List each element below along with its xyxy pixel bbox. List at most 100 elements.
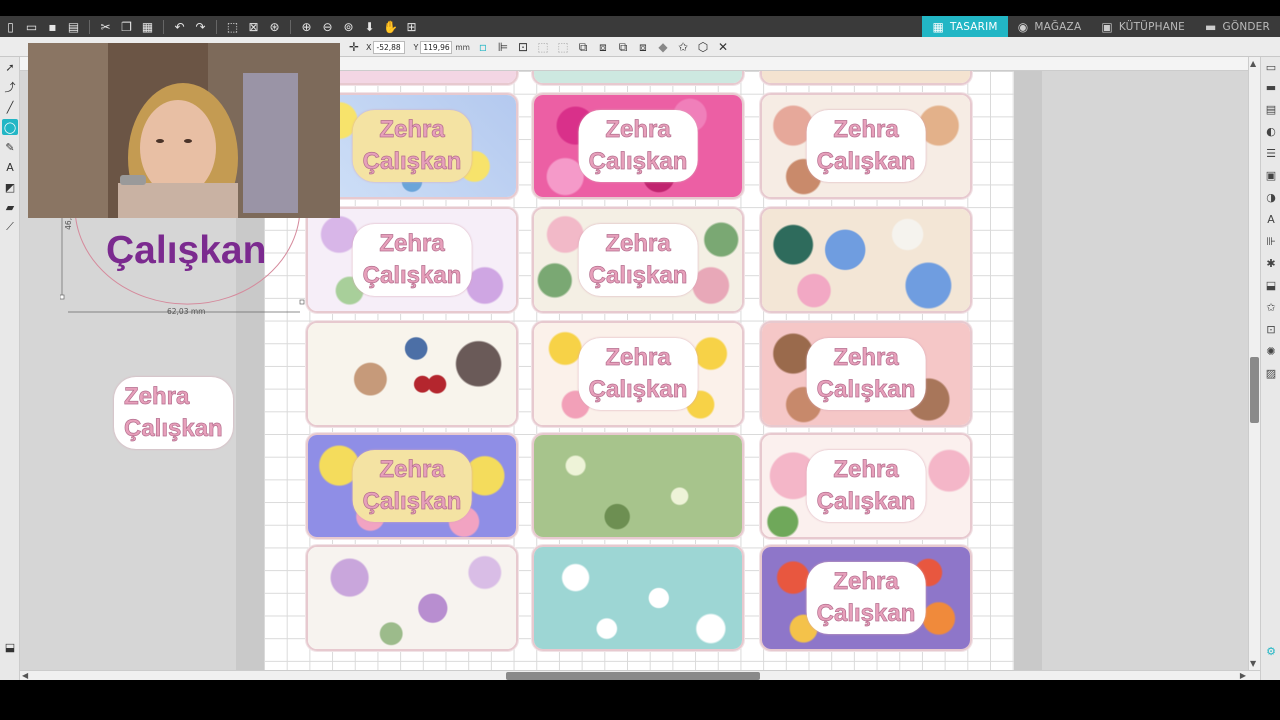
label-tile[interactable]: Zehra Çalışkan [760,545,972,651]
close-icon[interactable]: ✕ [715,39,731,55]
label-tile[interactable]: Zehra Çalışkan [532,93,744,199]
label-tile[interactable] [532,433,744,539]
vertical-scroll-thumb[interactable] [1250,357,1259,423]
move-down-icon[interactable]: ⬇ [361,19,379,35]
zoom-out-icon[interactable]: ⊖ [319,19,337,35]
select-by-color-icon[interactable]: ⊛ [266,19,284,35]
label-tile[interactable]: Zehra Çalışkan [760,93,972,199]
label-tile[interactable]: Zehra Çalışkan [532,321,744,427]
name-label[interactable]: Zehra Çalışkan [352,110,472,182]
send-backward-icon[interactable]: ⧈ [635,39,651,55]
name-label[interactable]: Zehra Çalışkan [352,450,472,522]
ungroup-icon[interactable]: ⬚ [555,39,571,55]
bring-forward-icon[interactable]: ⧉ [615,39,631,55]
select-all-icon[interactable]: ⬚ [224,19,242,35]
offset-icon[interactable]: ◑ [1263,189,1279,205]
weld-icon[interactable]: ◆ [655,39,671,55]
new-file-icon[interactable]: ▯ [2,19,20,35]
text-icon[interactable]: A [2,159,18,175]
scroll-up-icon[interactable]: ▲ [1250,59,1256,68]
library-panel-icon[interactable]: ⬓ [2,639,18,655]
label-tile[interactable]: Zehra Çalışkan [306,433,518,539]
name-label[interactable]: Zehra Çalışkan [806,110,926,182]
pencil-icon[interactable]: ✎ [2,139,18,155]
scroll-right-icon[interactable]: ▶ [1240,671,1246,680]
cutting-mat-page[interactable]: Zehra Çalışkan Zehra Çalışkan Zehra Çalı… [264,71,1014,670]
fit-to-page-icon[interactable]: ⊞ [403,19,421,35]
y-position-input[interactable]: 119,96 [420,40,453,54]
x-position-input[interactable]: -52,88 [373,40,406,54]
name-label[interactable]: Zehra Çalışkan [806,338,926,410]
paste-icon[interactable]: ▦ [139,19,157,35]
save-icon[interactable]: ▪ [44,19,62,35]
tab-store[interactable]: ◉ MAĞAZA [1008,16,1092,37]
fill-icon[interactable]: ◩ [2,179,18,195]
replicate-icon[interactable]: ✱ [1263,255,1279,271]
send-back-icon[interactable]: ⧈ [595,39,611,55]
label-tile[interactable] [532,71,744,85]
line-icon[interactable]: ╱ [2,99,18,115]
label-tile[interactable]: Zehra Çalışkan [532,207,744,313]
star-panel-icon[interactable]: ✩ [1263,299,1279,315]
eraser-icon[interactable]: ▰ [2,199,18,215]
group-icon[interactable]: ⬚ [535,39,551,55]
print-icon[interactable]: ▤ [65,19,83,35]
horizontal-scrollbar[interactable]: ◀ ▶ [20,670,1260,680]
pan-hand-icon[interactable]: ✋ [382,19,400,35]
tab-design[interactable]: ▦ TASARIM [922,16,1008,37]
tab-send[interactable]: ▬ GÖNDER [1195,16,1280,37]
label-tile[interactable] [306,321,518,427]
star-icon[interactable]: ✩ [675,39,691,55]
label-tile[interactable] [760,71,972,85]
deselect-icon[interactable]: ⊠ [245,19,263,35]
transform-icon[interactable]: ▣ [1263,167,1279,183]
label-tile[interactable] [532,545,744,651]
3d-box-icon[interactable]: ⬡ [695,39,711,55]
trace-icon[interactable]: ▤ [1263,101,1279,117]
fill-panel-icon[interactable]: ◐ [1263,123,1279,139]
redo-icon[interactable]: ↷ [192,19,210,35]
print-cut-icon[interactable]: ⊡ [1263,321,1279,337]
align-panel-icon[interactable]: ⊪ [1263,233,1279,249]
horizontal-scroll-thumb[interactable] [506,672,760,680]
center-icon[interactable]: ⊡ [515,39,531,55]
label-tile[interactable] [306,545,518,651]
name-label[interactable]: Zehra Çalışkan [806,450,926,522]
name-label[interactable]: Zehra Çalışkan [578,224,698,296]
label-tile[interactable]: Zehra Çalışkan [760,433,972,539]
select-arrow-icon[interactable]: ➚ [2,59,18,75]
standalone-name-label[interactable]: Zehra Çalışkan [114,377,233,449]
zoom-in-icon[interactable]: ⊕ [298,19,316,35]
vertical-scrollbar[interactable]: ▲ ▼ [1248,57,1260,670]
copy-icon[interactable]: ❐ [118,19,136,35]
label-tile[interactable] [760,207,972,313]
tab-library[interactable]: ▣ KÜTÜPHANE [1091,16,1195,37]
name-label[interactable]: Zehra Çalışkan [806,562,926,634]
name-label[interactable]: Zehra Çalışkan [578,110,698,182]
open-folder-icon[interactable]: ▭ [23,19,41,35]
zoom-fit-icon[interactable]: ⊚ [340,19,358,35]
name-label[interactable]: Zehra Çalışkan [352,224,472,296]
label-tile[interactable]: Zehra Çalışkan [306,207,518,313]
modify-icon[interactable]: ⬓ [1263,277,1279,293]
page-setup-icon[interactable]: ▭ [1263,59,1279,75]
caliskan-text-object[interactable]: Çalışkan [106,229,266,273]
sparkle-icon[interactable]: ✺ [1263,343,1279,359]
name-label[interactable]: Zehra Çalışkan [578,338,698,410]
edit-points-icon[interactable]: ⤴ [2,79,18,95]
settings-icon[interactable]: ⚙ [1263,643,1279,659]
ellipse-icon[interactable]: ◯ [2,119,18,135]
speech-bubble-icon[interactable]: ▬ [1263,79,1279,95]
knife-icon[interactable]: ⟋ [2,219,18,235]
bring-front-icon[interactable]: ⧉ [575,39,591,55]
scroll-left-icon[interactable]: ◀ [22,671,28,680]
align-icon[interactable]: ⊫ [495,39,511,55]
label-tile[interactable]: Zehra Çalışkan [760,321,972,427]
lock-ratio-icon[interactable]: ▫ [475,39,491,55]
undo-icon[interactable]: ↶ [171,19,189,35]
hatch-icon[interactable]: ▨ [1263,365,1279,381]
scroll-down-icon[interactable]: ▼ [1250,659,1256,668]
cut-icon[interactable]: ✂ [97,19,115,35]
line-style-icon[interactable]: ☰ [1263,145,1279,161]
text-style-icon[interactable]: A [1263,211,1279,227]
